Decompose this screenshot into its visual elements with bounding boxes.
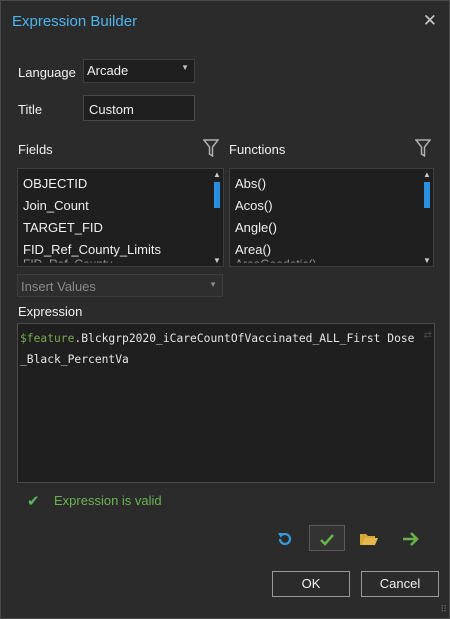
scroll-up-icon[interactable]: ▲	[423, 170, 431, 179]
fields-list[interactable]: OBJECTID Join_Count TARGET_FID FID_Ref_C…	[17, 168, 224, 267]
wrap-indicator-icon: ⇄	[423, 330, 432, 341]
list-item[interactable]: Join_Count	[23, 198, 89, 213]
scroll-down-icon[interactable]: ▼	[423, 256, 431, 265]
fields-filter-icon[interactable]	[203, 139, 219, 157]
run-button[interactable]	[393, 525, 429, 551]
expression-label: Expression	[18, 304, 83, 319]
expression-text: $feature.Blckgrp2020_iCareCountOfVaccina…	[20, 328, 420, 370]
cancel-button[interactable]: Cancel	[361, 571, 439, 597]
list-item[interactable]: FID_Ref_County_Limits	[23, 242, 161, 257]
title-input-value: Custom	[89, 102, 134, 117]
undo-icon	[278, 532, 292, 545]
functions-label: Functions	[229, 142, 286, 157]
functions-filter-icon[interactable]	[415, 139, 431, 157]
scroll-thumb[interactable]	[424, 182, 430, 208]
list-item[interactable]: Angle()	[235, 220, 277, 235]
undo-button[interactable]	[267, 525, 303, 551]
chevron-down-icon: ▼	[209, 280, 217, 289]
expression-editor[interactable]: $feature.Blckgrp2020_iCareCountOfVaccina…	[17, 323, 435, 483]
language-selected: Arcade	[87, 63, 129, 78]
expression-builder-dialog: Expression Builder ✕ Language Arcade ▼ T…	[0, 0, 450, 619]
list-item[interactable]: OBJECTID	[23, 176, 87, 191]
title-label: Title	[18, 102, 43, 117]
open-button[interactable]	[351, 525, 387, 551]
expression-rest: .Blckgrp2020_iCareCountOfVaccinated_ALL_…	[20, 332, 415, 366]
insert-values-placeholder: Insert Values	[21, 279, 96, 294]
language-label: Language	[18, 65, 76, 80]
chevron-down-icon: ▼	[181, 63, 189, 72]
verify-button[interactable]	[309, 525, 345, 551]
list-item[interactable]: Acos()	[235, 198, 273, 213]
functions-scrollbar[interactable]: ▲ ▼	[421, 169, 433, 266]
scroll-thumb[interactable]	[214, 182, 220, 208]
fields-label: Fields	[18, 142, 53, 157]
expression-keyword: $feature	[20, 332, 75, 345]
language-dropdown[interactable]: Arcade ▼	[83, 59, 195, 83]
resize-grip-icon[interactable]: ⠿	[440, 604, 447, 615]
title-bar: Expression Builder ✕	[1, 1, 449, 41]
list-item[interactable]: Abs()	[235, 176, 266, 191]
ok-button[interactable]: OK	[272, 571, 350, 597]
functions-list[interactable]: Abs() Acos() Angle() Area() AreaGeodetic…	[229, 168, 434, 267]
scroll-up-icon[interactable]: ▲	[213, 170, 221, 179]
validation-message: Expression is valid	[54, 493, 162, 508]
title-input[interactable]: Custom	[83, 95, 195, 121]
list-item[interactable]: TARGET_FID	[23, 220, 103, 235]
close-icon[interactable]: ✕	[423, 11, 437, 31]
fields-scrollbar[interactable]: ▲ ▼	[211, 169, 223, 266]
scroll-down-icon[interactable]: ▼	[213, 256, 221, 265]
list-item[interactable]: Area()	[235, 242, 271, 257]
verify-check-icon	[320, 533, 334, 546]
dialog-title: Expression Builder	[12, 13, 138, 30]
partially-hidden-item: FID_Ref_County	[23, 257, 113, 267]
check-icon: ✔	[27, 493, 40, 510]
partially-hidden-item: AreaGeodetic()	[235, 257, 317, 267]
insert-values-dropdown[interactable]: Insert Values ▼	[17, 274, 223, 297]
run-arrow-icon	[403, 531, 419, 546]
open-folder-icon	[360, 533, 378, 545]
